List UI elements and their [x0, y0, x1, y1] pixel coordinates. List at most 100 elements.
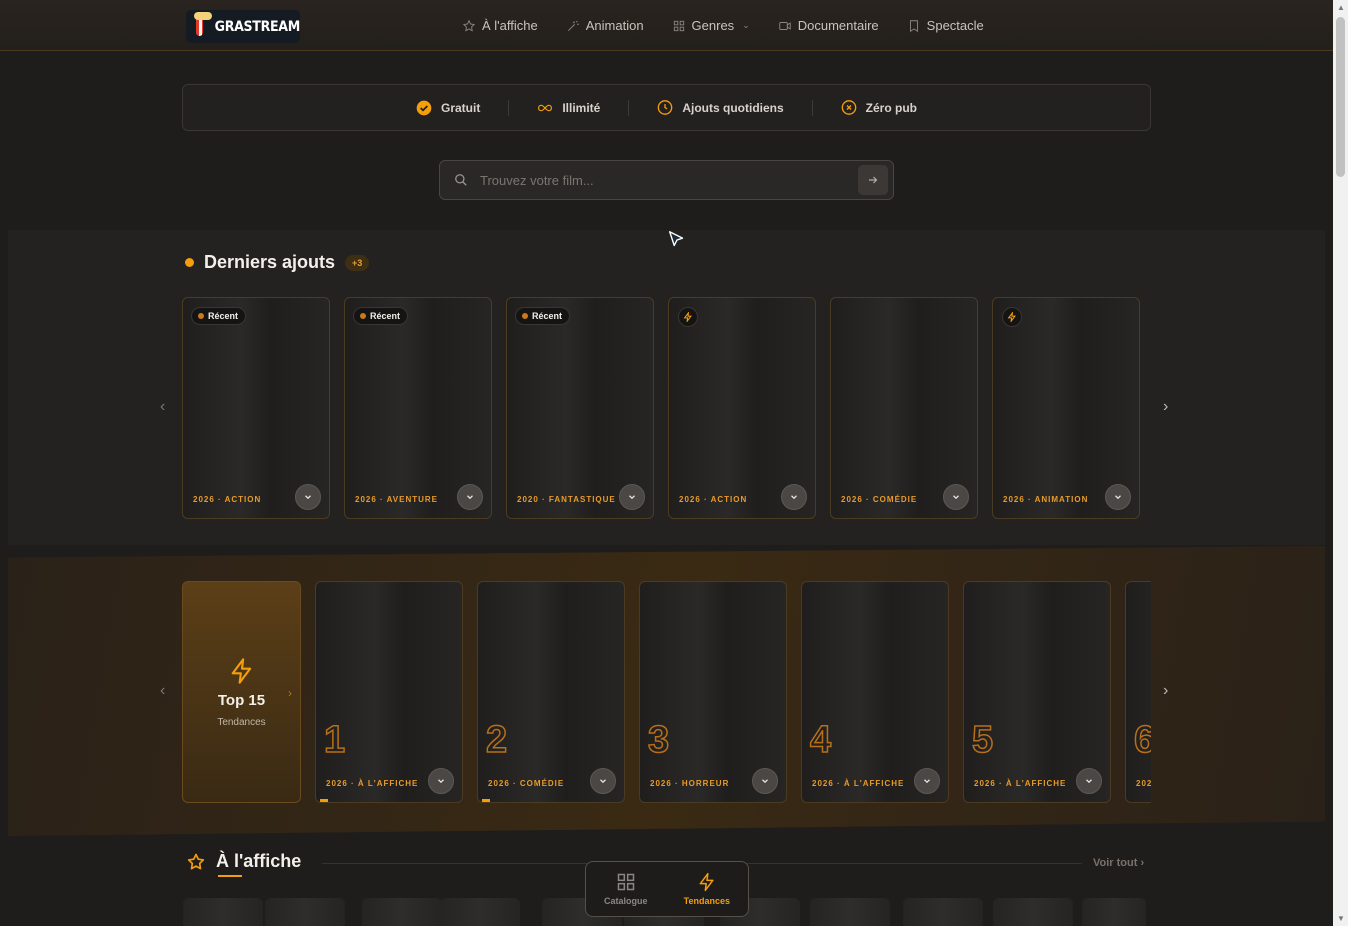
- card-meta: 2026 · À L'AFFICHE: [812, 779, 905, 788]
- poster-thumbnail[interactable]: [440, 898, 520, 926]
- logo-text: GRASTREAM: [214, 18, 301, 35]
- no-ads-icon: [841, 100, 857, 116]
- scroll-down-icon[interactable]: ▼: [1337, 914, 1345, 923]
- bottom-nav-label: Catalogue: [604, 896, 648, 906]
- check-circle-icon: [416, 100, 432, 116]
- nav-item-genres[interactable]: Genres ⌄: [672, 18, 750, 33]
- search-icon: [455, 174, 467, 186]
- infinity-icon: [537, 100, 553, 116]
- grid-icon: [617, 873, 635, 891]
- trending-card[interactable]: 1 2026 · À L'AFFICHE: [315, 581, 463, 803]
- poster-thumbnail[interactable]: [810, 898, 890, 926]
- chevron-down-icon: [789, 492, 799, 502]
- trending-card[interactable]: 3 2026 · HORREUR: [639, 581, 787, 803]
- zap-icon: [1002, 307, 1022, 327]
- nav-item-label: Genres: [691, 18, 735, 33]
- expand-button[interactable]: [590, 768, 616, 794]
- badge-label: Récent: [208, 311, 239, 321]
- star-icon: [187, 853, 205, 869]
- bottom-navigation: Catalogue Tendances: [585, 861, 749, 917]
- nav-item-a-l-affiche[interactable]: À l'affiche: [462, 18, 538, 33]
- chevron-down-icon: [760, 776, 770, 786]
- chevron-down-icon: ⌄: [742, 20, 750, 30]
- section-title: Derniers ajouts: [204, 252, 336, 272]
- trending-prev-icon[interactable]: ‹: [160, 682, 165, 700]
- feature-illimite: Illimité: [508, 99, 628, 116]
- trending-card[interactable]: 6 202: [1125, 581, 1151, 803]
- expand-button[interactable]: [752, 768, 778, 794]
- trending-card[interactable]: 4 2026 · À L'AFFICHE: [801, 581, 949, 803]
- nav-item-spectacle[interactable]: Spectacle: [907, 18, 984, 33]
- movie-card[interactable]: Récent 2026 · ACTION: [182, 297, 330, 519]
- nav-item-animation[interactable]: Animation: [566, 18, 644, 33]
- logo[interactable]: GRASTREAM: [186, 10, 300, 43]
- bottom-nav-catalogue[interactable]: Catalogue: [604, 872, 648, 906]
- poster-thumbnail[interactable]: [1082, 898, 1146, 926]
- feature-label: Gratuit: [440, 100, 481, 115]
- poster-thumbnail[interactable]: [183, 898, 263, 926]
- carousel-next-icon[interactable]: ›: [1163, 398, 1168, 416]
- scrollbar-thumb[interactable]: [1336, 17, 1345, 177]
- bottom-nav-tendances[interactable]: Tendances: [684, 872, 730, 906]
- poster-thumbnail[interactable]: [265, 898, 345, 926]
- movie-card[interactable]: Récent 2026 · AVENTURE: [344, 297, 492, 519]
- expand-button[interactable]: [781, 484, 807, 510]
- nav-item-label: Documentaire: [797, 18, 879, 33]
- zap-icon: [231, 658, 251, 684]
- status-dot: [185, 258, 194, 267]
- progress-indicator: [320, 799, 328, 802]
- expand-button[interactable]: [943, 484, 969, 510]
- trending-card[interactable]: 2 2026 · COMÉDIE: [477, 581, 625, 803]
- nav-item-documentaire[interactable]: Documentaire: [778, 18, 879, 33]
- chevron-down-icon: [1113, 492, 1123, 502]
- card-meta: 2026 · À L'AFFICHE: [326, 779, 419, 788]
- chevron-down-icon: [436, 776, 446, 786]
- page-scrollbar[interactable]: ▲ ▼: [1333, 0, 1348, 926]
- rank-number: 2: [485, 718, 508, 762]
- search-bar: [439, 160, 894, 200]
- title-underline: [218, 875, 242, 877]
- scroll-up-icon[interactable]: ▲: [1337, 3, 1345, 12]
- card-meta: 2020 · FANTASTIQUE: [517, 495, 616, 504]
- trending-card[interactable]: 5 2026 · À L'AFFICHE: [963, 581, 1111, 803]
- top-15-title: Top 15: [217, 692, 266, 709]
- trending-next-icon[interactable]: ›: [1163, 682, 1168, 700]
- expand-button[interactable]: [914, 768, 940, 794]
- card-meta: 2026 · ACTION: [193, 495, 262, 504]
- carousel-prev-icon[interactable]: ‹: [160, 398, 165, 416]
- features-bar: Gratuit Illimité Ajouts quotidiens Zéro …: [182, 84, 1151, 131]
- badge-label: Récent: [532, 311, 563, 321]
- feature-gratuit: Gratuit: [388, 100, 508, 116]
- expand-button[interactable]: [295, 484, 321, 510]
- movie-card[interactable]: 2026 · ACTION: [668, 297, 816, 519]
- poster-thumbnail[interactable]: [993, 898, 1073, 926]
- expand-button[interactable]: [428, 768, 454, 794]
- search-submit-button[interactable]: [858, 165, 888, 195]
- poster-thumbnail[interactable]: [362, 898, 442, 926]
- section-title: À l'affiche: [216, 851, 302, 871]
- card-meta: 2026 · HORREUR: [650, 779, 730, 788]
- expand-button[interactable]: [1105, 484, 1131, 510]
- zap-icon: [699, 872, 714, 892]
- video-icon: [779, 21, 791, 30]
- arrow-right-icon: [869, 176, 878, 184]
- expand-button[interactable]: [1076, 768, 1102, 794]
- card-meta: 202: [1136, 779, 1151, 788]
- expand-button[interactable]: [457, 484, 483, 510]
- movie-card[interactable]: 2026 · COMÉDIE: [830, 297, 978, 519]
- nav-links: À l'affiche Animation Genres ⌄ Documenta…: [462, 0, 984, 51]
- expand-button[interactable]: [619, 484, 645, 510]
- poster-thumbnail[interactable]: [903, 898, 983, 926]
- nav-item-label: Animation: [585, 18, 644, 33]
- movie-card[interactable]: Récent 2020 · FANTASTIQUE: [506, 297, 654, 519]
- search-input[interactable]: [480, 172, 858, 188]
- bottom-nav-label: Tendances: [683, 896, 730, 906]
- movie-card[interactable]: 2026 · ANIMATION: [992, 297, 1140, 519]
- see-all-link[interactable]: Voir tout ›: [1093, 857, 1144, 869]
- card-meta: 2026 · COMÉDIE: [488, 779, 565, 788]
- rank-number: 6: [1133, 718, 1151, 762]
- top-15-card[interactable]: Top 15 Tendances ›: [182, 581, 301, 803]
- affiche-section-title: À l'affiche: [186, 851, 302, 877]
- clock-icon: [657, 100, 673, 116]
- feature-label: Ajouts quotidiens: [682, 100, 784, 115]
